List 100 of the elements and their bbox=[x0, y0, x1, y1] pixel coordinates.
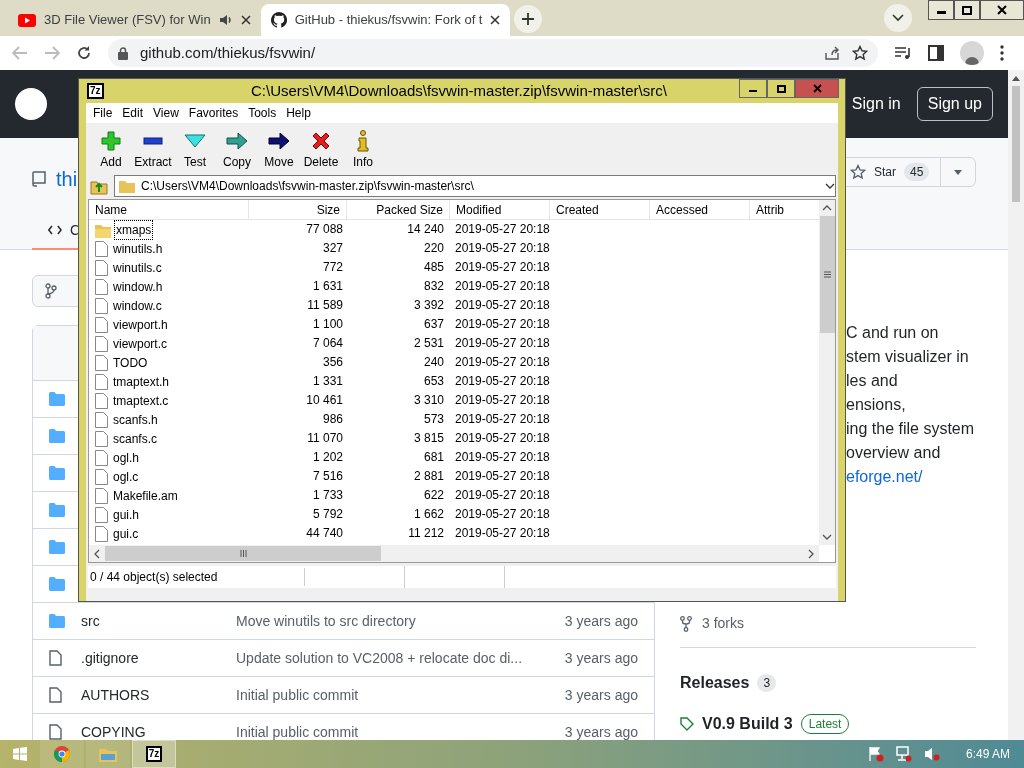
menu-item[interactable]: Edit bbox=[117, 104, 149, 122]
close-icon bbox=[812, 84, 822, 93]
toolbar-button[interactable]: Delete bbox=[300, 129, 342, 171]
profile-avatar[interactable] bbox=[960, 41, 984, 65]
file-name-link[interactable]: src bbox=[81, 610, 236, 632]
file-name-link[interactable]: COPYING bbox=[81, 721, 236, 740]
toolbar-button[interactable]: Copy bbox=[216, 129, 258, 171]
file-row[interactable]: gui.c 44 740 11 212 2019-05-27 20:18 bbox=[89, 524, 819, 543]
muted-speaker-icon[interactable] bbox=[923, 746, 940, 762]
star-button[interactable]: Star 45 bbox=[846, 157, 940, 187]
maximize-button[interactable] bbox=[954, 0, 980, 20]
toolbar-button[interactable]: Info bbox=[342, 129, 384, 171]
file-row[interactable]: winutils.h 327 220 2019-05-27 20:18 bbox=[89, 239, 819, 258]
app-icon[interactable]: 7z bbox=[87, 83, 104, 99]
sign-up-button[interactable]: Sign up bbox=[916, 87, 993, 121]
star-dropdown-button[interactable] bbox=[940, 157, 976, 187]
file-row[interactable]: window.h 1 631 832 2019-05-27 20:18 bbox=[89, 277, 819, 296]
scrollbar-thumb[interactable] bbox=[1012, 86, 1020, 202]
file-row[interactable]: ogl.c 7 516 2 881 2019-05-27 20:18 bbox=[89, 467, 819, 486]
packed-size-cell-text: 637 bbox=[422, 316, 445, 333]
file-row[interactable]: tmaptext.c 10 461 3 310 2019-05-27 20:18 bbox=[89, 391, 819, 410]
toolbar-button[interactable]: Test bbox=[174, 129, 216, 171]
file-row[interactable]: tmaptext.h 1 331 653 2019-05-27 20:18 bbox=[89, 372, 819, 391]
commit-message-link[interactable]: Update solution to VC2008 + relocate doc di... bbox=[236, 647, 536, 669]
star-label: Star bbox=[874, 164, 896, 181]
horizontal-scrollbar[interactable] bbox=[89, 545, 819, 562]
commit-message-link[interactable]: Move winutils to src directory bbox=[236, 610, 536, 632]
size-cell-text: 44 740 bbox=[305, 525, 344, 542]
size-cell-text: 1 631 bbox=[311, 278, 344, 295]
page-scrollbar[interactable] bbox=[1008, 70, 1024, 740]
column-header[interactable]: Packed Size bbox=[347, 200, 450, 219]
tab-search-button[interactable] bbox=[884, 4, 912, 32]
file-row[interactable]: viewport.h 1 100 637 2019-05-27 20:18 bbox=[89, 315, 819, 334]
sign-in-link[interactable]: Sign in bbox=[851, 92, 901, 116]
commit-message-link[interactable]: Initial public commit bbox=[236, 684, 536, 706]
column-header[interactable]: Created bbox=[550, 200, 650, 219]
file-name-link[interactable]: AUTHORS bbox=[81, 684, 236, 706]
star-icon[interactable] bbox=[852, 45, 868, 61]
column-header[interactable]: Size bbox=[249, 200, 347, 219]
share-icon[interactable] bbox=[824, 45, 840, 61]
new-tab-button[interactable] bbox=[514, 5, 543, 33]
file-row[interactable]: winutils.c 772 485 2019-05-27 20:18 bbox=[89, 258, 819, 277]
fork-icon bbox=[680, 615, 692, 632]
folder-icon bbox=[49, 466, 65, 480]
file-icon bbox=[95, 336, 108, 352]
file-row[interactable]: ogl.h 1 202 681 2019-05-27 20:18 bbox=[89, 448, 819, 467]
column-header[interactable]: Name bbox=[89, 200, 249, 219]
repo-owner-link[interactable]: thi bbox=[56, 164, 78, 194]
column-header[interactable]: Accessed bbox=[650, 200, 750, 219]
commit-message-link[interactable]: Initial public commit bbox=[236, 721, 536, 740]
flag-icon[interactable] bbox=[867, 746, 884, 762]
releases-heading[interactable]: Releases bbox=[680, 671, 750, 695]
menu-item[interactable]: Help bbox=[281, 104, 316, 122]
file-row[interactable]: TODO 356 240 2019-05-27 20:18 bbox=[89, 353, 819, 372]
file-row[interactable]: window.c 11 589 3 392 2019-05-27 20:18 bbox=[89, 296, 819, 315]
browser-tab[interactable]: 3D File Viewer (FSV) for Win bbox=[8, 4, 261, 36]
octocat-icon bbox=[270, 12, 287, 28]
file-row[interactable]: Makefile.am 1 733 622 2019-05-27 20:18 bbox=[89, 486, 819, 505]
path-field[interactable]: C:\Users\VM4\Downloads\fsvwin-master.zip\fsvwin-master\src\ bbox=[114, 175, 836, 197]
address-bar[interactable]: github.com/thiekus/fsvwin/ bbox=[108, 39, 878, 67]
file-row[interactable]: gui.h 5 792 1 662 2019-05-27 20:18 bbox=[89, 505, 819, 524]
file-row[interactable]: viewport.c 7 064 2 531 2019-05-27 20:18 bbox=[89, 334, 819, 353]
browser-tab[interactable]: GitHub - thiekus/fsvwin: Fork of t bbox=[260, 4, 511, 36]
toolbar-button[interactable]: Move bbox=[258, 129, 300, 171]
tab-title: GitHub - thiekus/fsvwin: Fork of t bbox=[294, 11, 483, 30]
website-link[interactable]: eforge.net/ bbox=[846, 465, 975, 489]
file-row[interactable]: scanfs.c 11 070 3 815 2019-05-27 20:18 bbox=[89, 429, 819, 448]
file-row[interactable]: xmaps 77 088 14 240 2019-05-27 20:18 bbox=[89, 220, 819, 239]
clock-time[interactable]: 6:49 AM bbox=[965, 745, 1010, 763]
media-icon[interactable] bbox=[894, 46, 912, 60]
packed-size-cell-text: 653 bbox=[422, 373, 445, 390]
taskbar-app-button[interactable]: 7z bbox=[132, 740, 176, 768]
logo-icon[interactable] bbox=[15, 88, 47, 120]
minimize-button[interactable] bbox=[928, 0, 954, 20]
network-icon[interactable] bbox=[895, 746, 912, 762]
status-text: 0 / 44 object(s) selected bbox=[88, 568, 305, 586]
speaker-icon[interactable] bbox=[218, 14, 233, 26]
reload-icon[interactable] bbox=[76, 45, 92, 61]
menu-item[interactable]: File bbox=[88, 104, 118, 122]
menu-item[interactable]: Favorites bbox=[183, 104, 244, 122]
modified-cell-text: 2019-05-27 20:18 bbox=[454, 297, 550, 314]
file-row[interactable]: scanfs.h 986 573 2019-05-27 20:18 bbox=[89, 410, 819, 429]
size-cell-text: 11 589 bbox=[306, 297, 344, 314]
close-button[interactable] bbox=[980, 0, 1024, 20]
toolbar-button[interactable]: Add bbox=[90, 129, 132, 171]
side-panel-icon[interactable] bbox=[928, 45, 944, 61]
close-icon[interactable] bbox=[240, 15, 251, 25]
minimize-button[interactable] bbox=[739, 79, 767, 98]
file-name-link[interactable]: .gitignore bbox=[81, 647, 236, 669]
forks-link[interactable]: 3 forks bbox=[702, 613, 744, 634]
close-icon[interactable] bbox=[490, 15, 501, 25]
toolbar-button[interactable]: Extract bbox=[132, 129, 174, 171]
vertical-scrollbar[interactable] bbox=[819, 200, 835, 545]
file-icon bbox=[95, 450, 108, 466]
column-header[interactable]: Modified bbox=[450, 200, 550, 219]
menu-item[interactable]: Tools bbox=[243, 104, 282, 122]
menu-icon[interactable] bbox=[1000, 45, 1004, 61]
scroll-up-icon[interactable] bbox=[1012, 76, 1020, 81]
menu-item[interactable]: View bbox=[148, 104, 184, 122]
release-link[interactable]: V0.9 Build 3 bbox=[702, 712, 793, 736]
